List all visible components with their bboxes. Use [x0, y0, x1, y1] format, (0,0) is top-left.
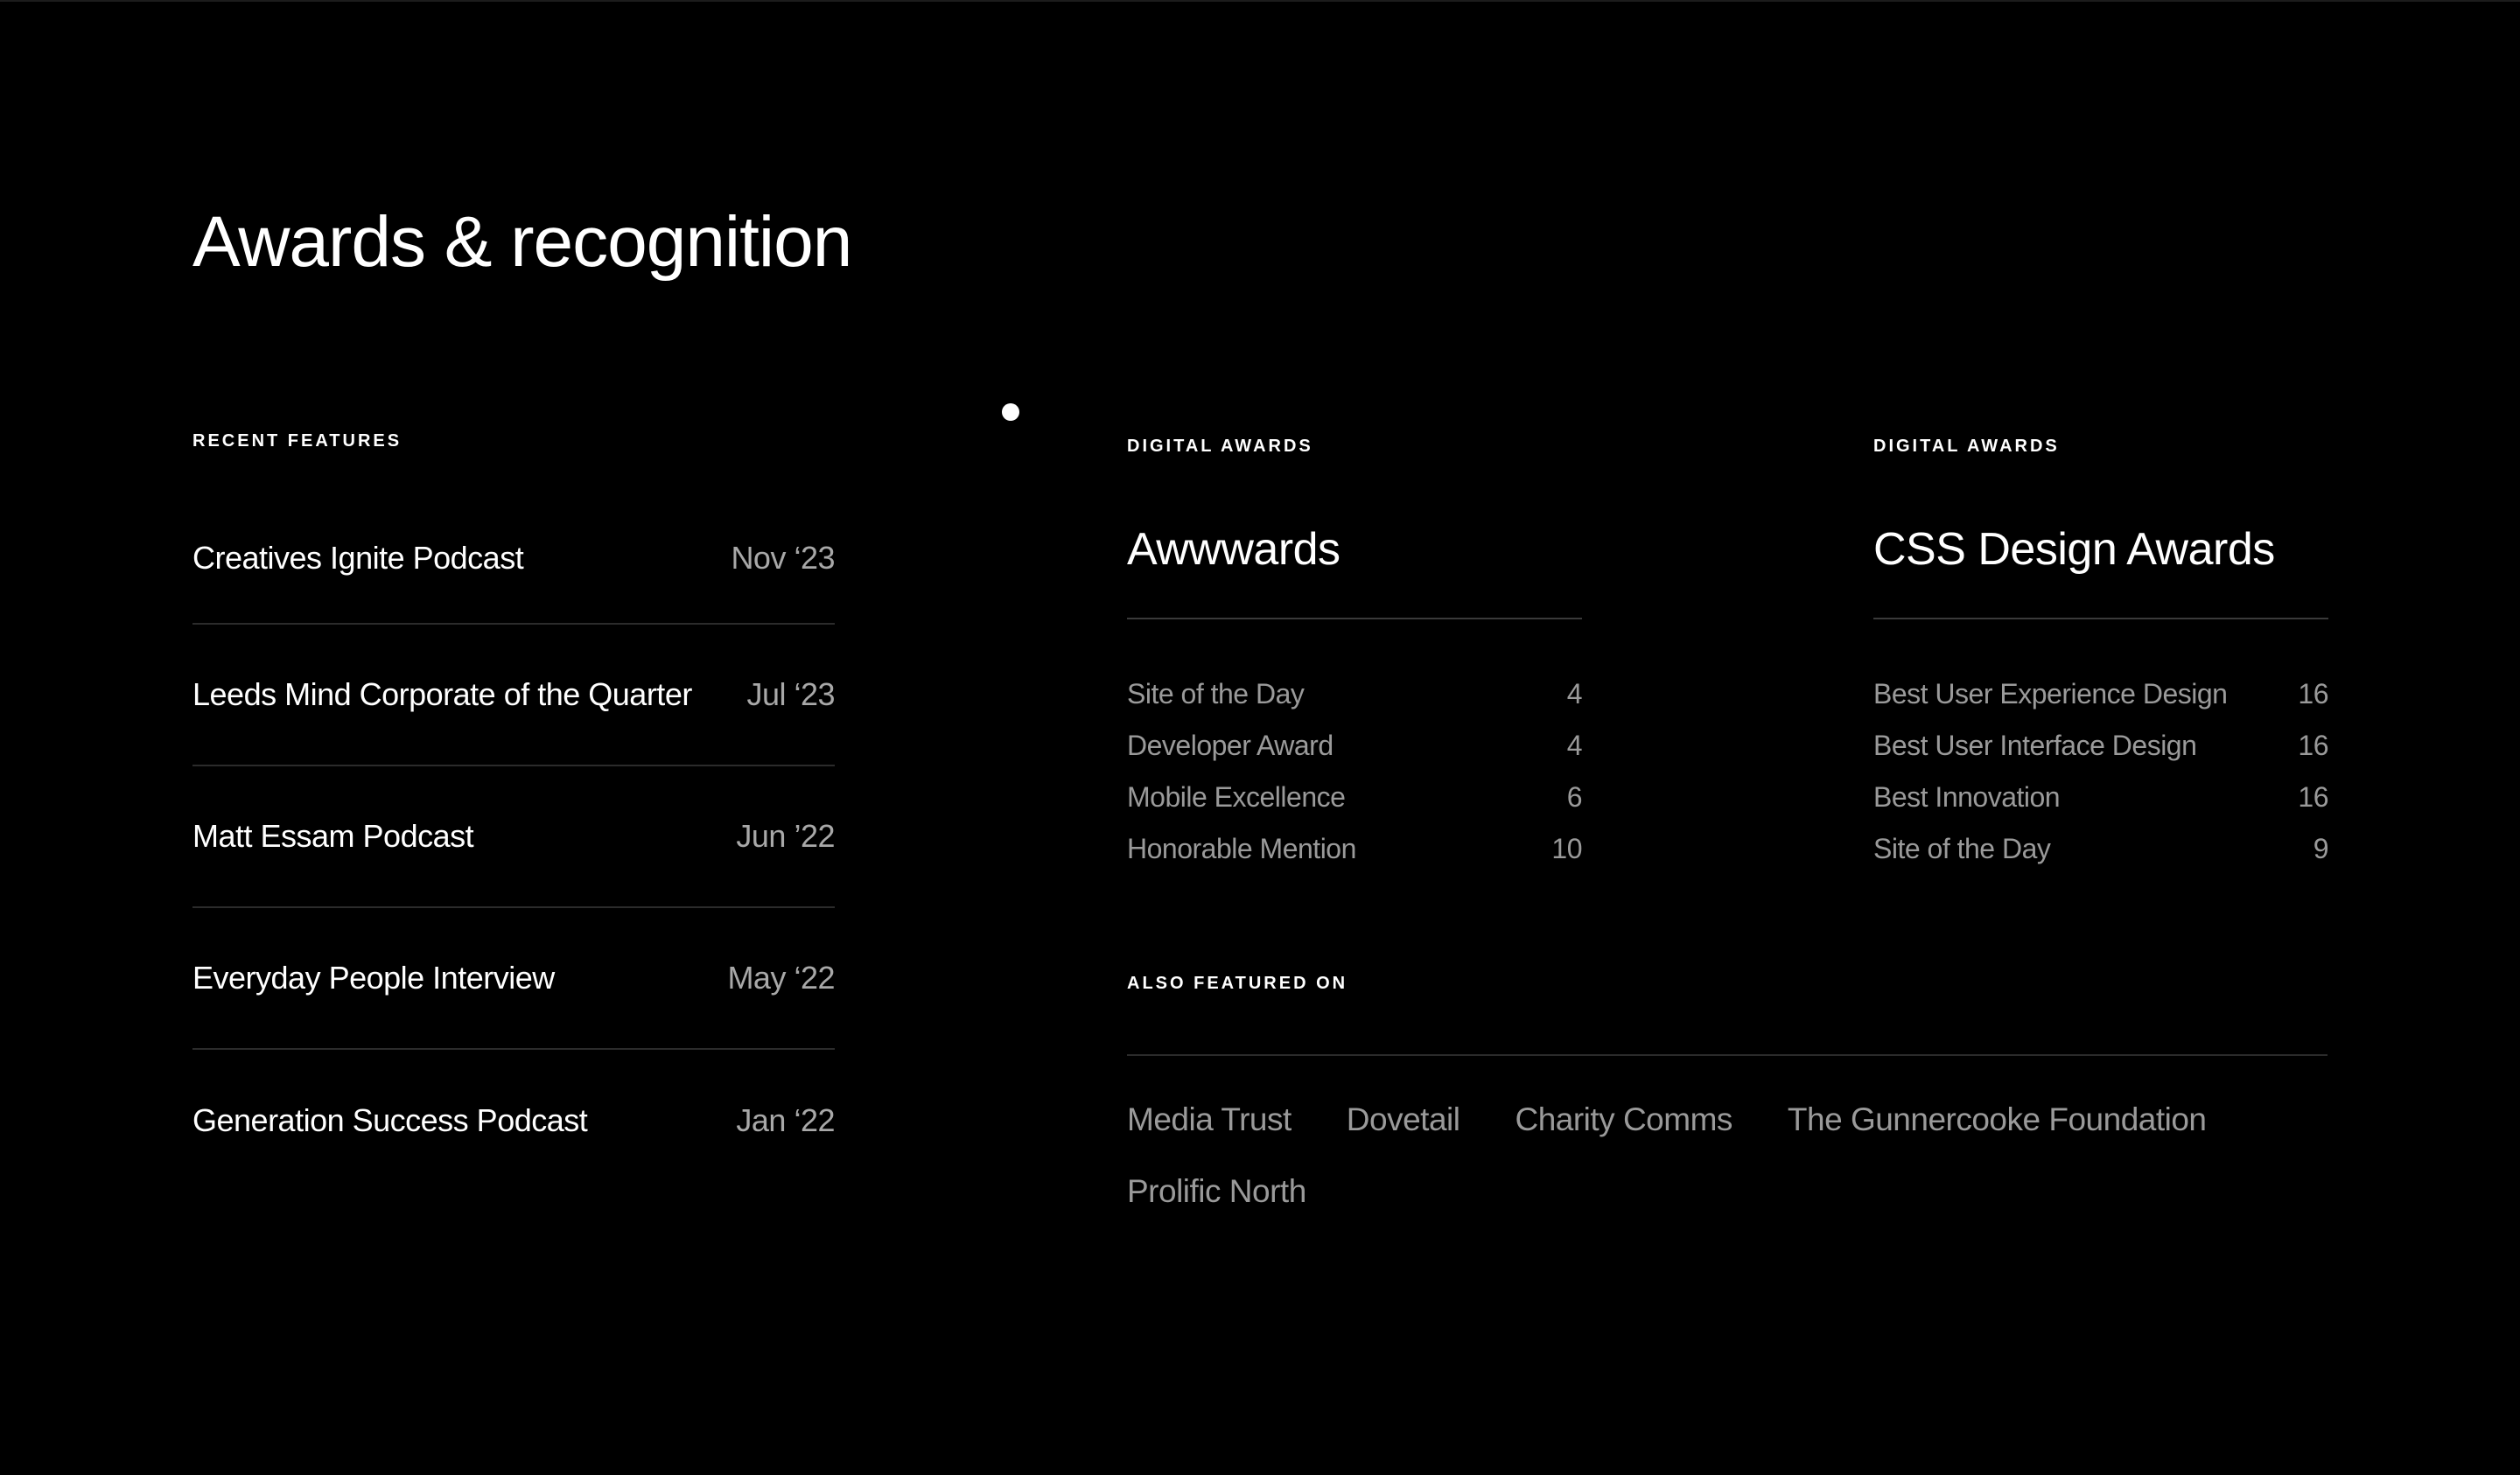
- award-label: Best User Interface Design: [1873, 730, 2197, 761]
- award-count: 4: [1566, 678, 1583, 710]
- top-divider: [0, 0, 2520, 2]
- featured-link-media-trust[interactable]: Media Trust: [1127, 1097, 1292, 1143]
- award-item: Best Innovation 16: [1873, 772, 2328, 823]
- cursor-dot: [1002, 403, 1019, 421]
- award-label: Honorable Mention: [1127, 833, 1356, 864]
- award-label: Site of the Day: [1127, 678, 1305, 710]
- award-item: Developer Award 4: [1127, 720, 1583, 772]
- award-label: Site of the Day: [1873, 833, 2051, 864]
- award-label: Mobile Excellence: [1127, 781, 1346, 813]
- award-count: 6: [1566, 781, 1583, 813]
- feature-name: Creatives Ignite Podcast: [192, 540, 524, 576]
- feature-name: Everyday People Interview: [192, 960, 555, 996]
- feature-row[interactable]: Leeds Mind Corporate of the Quarter Jul …: [192, 625, 835, 766]
- feature-row[interactable]: Creatives Ignite Podcast Nov ‘23: [192, 493, 835, 625]
- feature-date: Jul ‘23: [746, 676, 835, 712]
- award-count: 16: [2298, 678, 2328, 710]
- award-item: Best User Interface Design 16: [1873, 720, 2328, 772]
- awwwards-divider: [1127, 618, 1582, 619]
- css-design-awards-list: Best User Experience Design 16 Best User…: [1873, 668, 2329, 875]
- page-title: Awards & recognition: [192, 202, 852, 282]
- award-item: Best User Experience Design 16: [1873, 668, 2328, 720]
- award-label: Developer Award: [1127, 730, 1334, 761]
- awwwards-eyebrow: Digital awards: [1127, 437, 1313, 456]
- award-item: Mobile Excellence 6: [1127, 772, 1583, 823]
- feature-name: Generation Success Podcast: [192, 1102, 588, 1138]
- featured-link-dovetail[interactable]: Dovetail: [1347, 1097, 1460, 1143]
- featured-link-prolific-north[interactable]: Prolific North: [1127, 1169, 1306, 1214]
- css-design-awards-eyebrow: Digital awards: [1873, 437, 2060, 456]
- feature-row[interactable]: Generation Success Podcast Jan ‘22: [192, 1050, 835, 1192]
- also-featured-heading: Also featured on: [1127, 974, 1348, 993]
- feature-date: Jan ‘22: [736, 1102, 835, 1138]
- award-label: Best Innovation: [1873, 781, 2061, 813]
- featured-link-gunnercooke-foundation[interactable]: The Gunnercooke Foundation: [1788, 1097, 2207, 1143]
- featured-link-charity-comms[interactable]: Charity Comms: [1515, 1097, 1732, 1143]
- award-count: 9: [2313, 833, 2329, 864]
- css-design-awards-divider: [1873, 618, 2328, 619]
- feature-name: Matt Essam Podcast: [192, 818, 474, 854]
- css-design-awards-title: CSS Design Awards: [1873, 524, 2275, 575]
- also-featured-divider: [1127, 1054, 2328, 1056]
- feature-date: Jun ’22: [736, 818, 835, 854]
- feature-name: Leeds Mind Corporate of the Quarter: [192, 676, 692, 712]
- feature-date: Nov ‘23: [731, 540, 835, 576]
- recent-features-list: Creatives Ignite Podcast Nov ‘23 Leeds M…: [192, 493, 835, 1192]
- award-count: 16: [2298, 781, 2328, 813]
- award-count: 4: [1566, 730, 1583, 761]
- award-item: Honorable Mention 10: [1127, 823, 1582, 875]
- awwwards-list: Site of the Day 4 Developer Award 4 Mobi…: [1127, 668, 1583, 875]
- award-label: Best User Experience Design: [1873, 678, 2228, 710]
- award-count: 10: [1551, 833, 1582, 864]
- feature-row[interactable]: Matt Essam Podcast Jun ’22: [192, 766, 835, 908]
- award-item: Site of the Day 4: [1127, 668, 1583, 720]
- feature-row[interactable]: Everyday People Interview May ‘22: [192, 908, 835, 1050]
- also-featured-links: Media Trust Dovetail Charity Comms The G…: [1127, 1097, 2264, 1214]
- recent-features-heading: Recent features: [192, 431, 402, 451]
- awwwards-title: Awwwards: [1127, 524, 1340, 575]
- award-count: 16: [2298, 730, 2328, 761]
- feature-date: May ‘22: [727, 960, 835, 996]
- award-item: Site of the Day 9: [1873, 823, 2329, 875]
